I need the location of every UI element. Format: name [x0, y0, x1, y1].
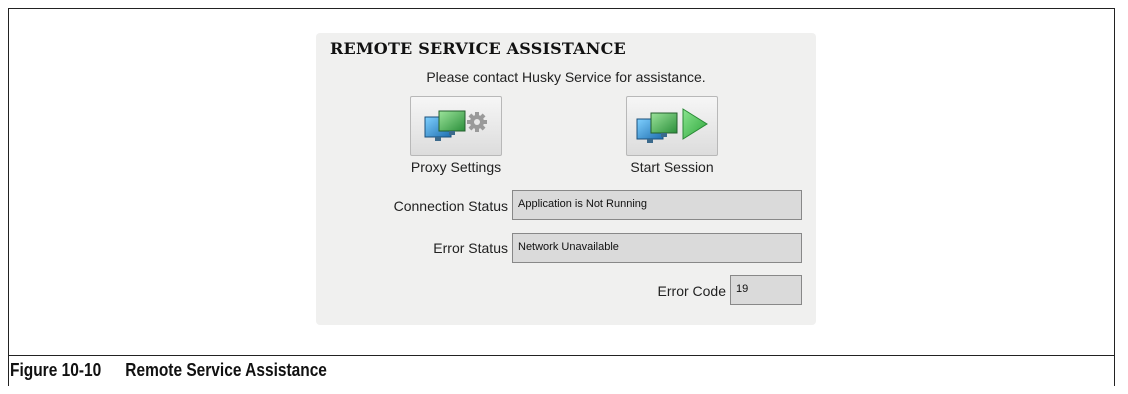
error-code-label: Error Code: [657, 283, 726, 299]
connection-status-label: Connection Status: [393, 198, 508, 214]
proxy-settings-label: Proxy Settings: [410, 159, 502, 175]
error-code-field: 19: [730, 275, 802, 305]
figure-divider: [8, 355, 1115, 356]
connection-status-field: Application is Not Running: [512, 190, 802, 220]
start-session-button[interactable]: [626, 96, 718, 156]
monitors-play-icon: [636, 108, 708, 143]
error-status-label: Error Status: [433, 240, 508, 256]
panel-title: REMOTE SERVICE ASSISTANCE: [330, 39, 626, 58]
figure-title: Remote Service Assistance: [125, 360, 327, 380]
proxy-settings-button[interactable]: [410, 96, 502, 156]
start-session-label: Start Session: [630, 159, 714, 175]
figure-number: Figure 10-10: [10, 360, 102, 380]
remote-service-panel: REMOTE SERVICE ASSISTANCE Please contact…: [316, 33, 816, 325]
panel-subtitle: Please contact Husky Service for assista…: [426, 69, 706, 85]
figure-caption: Figure 10-10 Remote Service Assistance: [10, 360, 327, 381]
monitors-gear-icon: [424, 110, 487, 141]
error-status-field: Network Unavailable: [512, 233, 802, 263]
